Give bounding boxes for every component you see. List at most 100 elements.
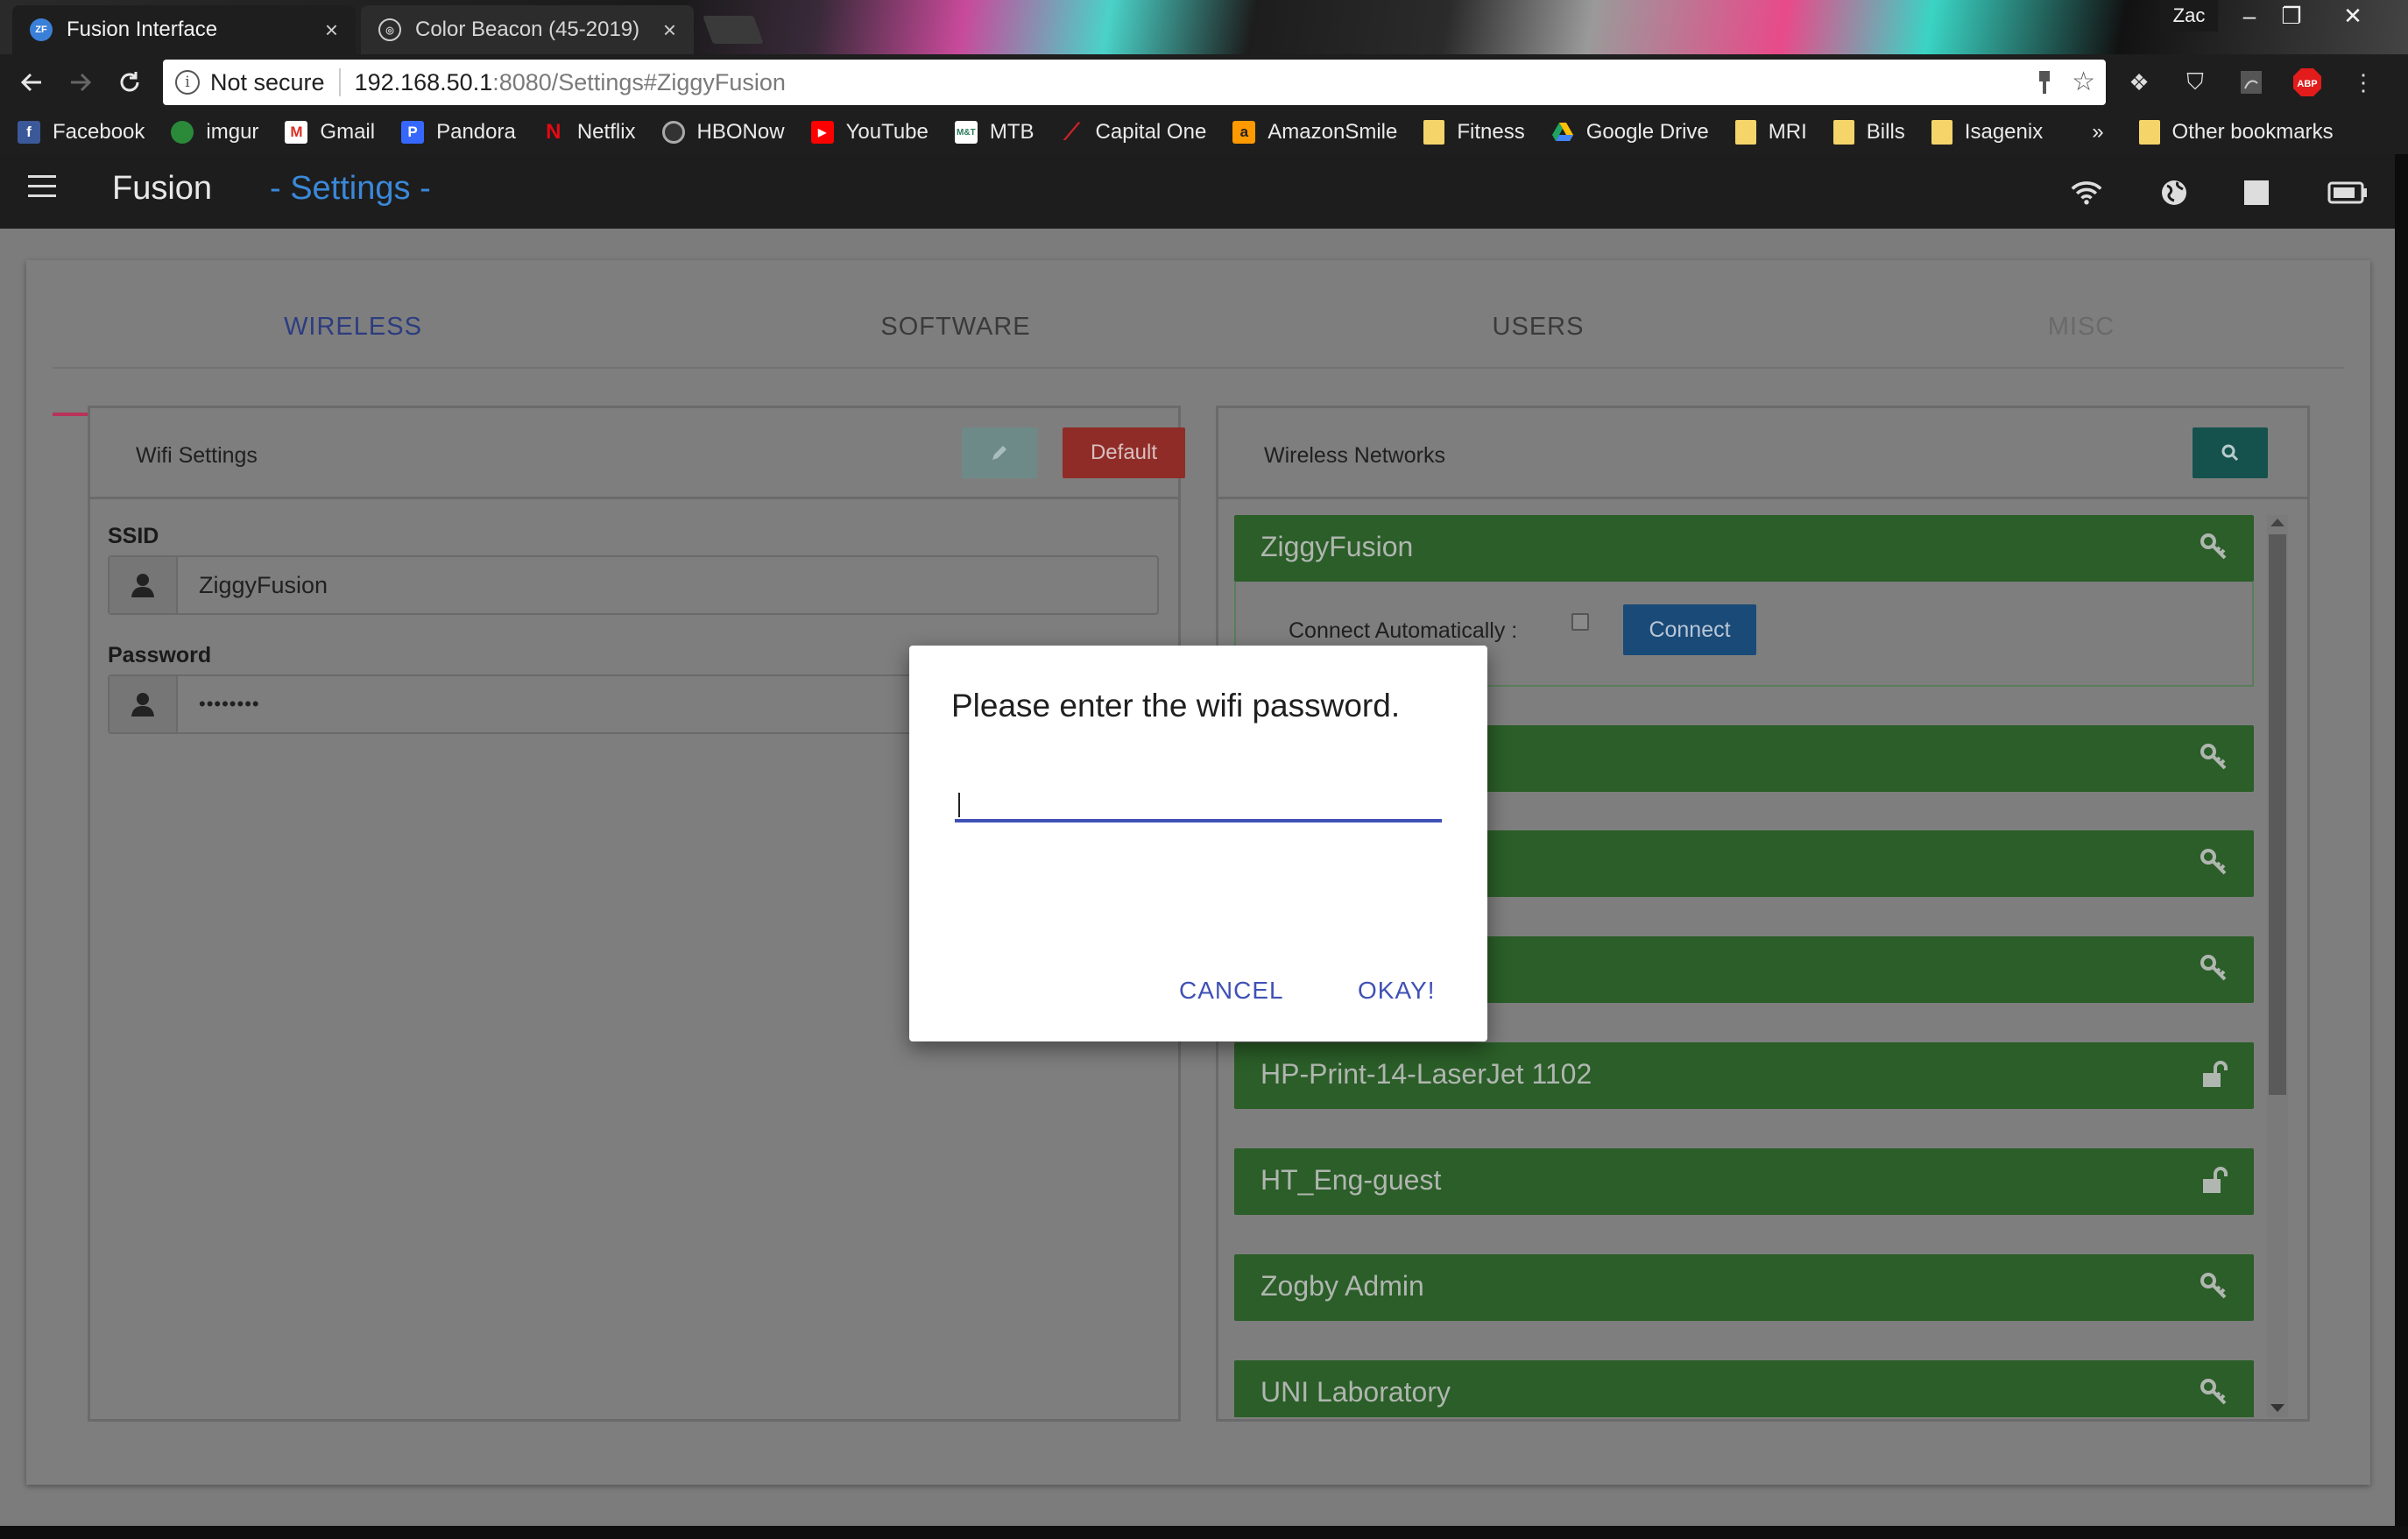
tab-users[interactable]: USERS	[1258, 311, 1818, 369]
new-tab-button[interactable]	[703, 16, 764, 44]
browser-tab-active[interactable]: ZF Fusion Interface ×	[12, 5, 356, 54]
tab-title: Color Beacon (45-2019)	[415, 18, 640, 41]
wifi-icon[interactable]	[2071, 179, 2102, 207]
facebook-icon: f	[18, 121, 40, 144]
page-title: - Settings -	[270, 170, 431, 207]
unlock-icon	[2203, 1061, 2228, 1087]
bookmark-fitness[interactable]: Fitness	[1423, 120, 1525, 145]
address-bar[interactable]: i Not secure 192.168.50.1:8080/Settings#…	[163, 60, 2106, 105]
imgur-icon	[171, 121, 194, 144]
bookmark-facebook[interactable]: f Facebook	[18, 120, 145, 145]
network-item-hp-print[interactable]: HP-Print-14-LaserJet 1102	[1234, 1042, 2254, 1109]
key-icon	[2200, 1379, 2227, 1405]
tab-wireless[interactable]: WIRELESS	[53, 311, 653, 369]
url-host: 192.168.50.1	[354, 68, 493, 95]
panel-title: Wifi Settings	[136, 443, 258, 468]
forward-icon[interactable]	[60, 61, 102, 103]
bookmark-google-drive[interactable]: Google Drive	[1551, 120, 1709, 145]
dropbox-icon[interactable]: ❖	[2123, 67, 2155, 98]
bookmark-isagenix[interactable]: Isagenix	[1931, 120, 2043, 145]
svg-text:ABP: ABP	[2297, 79, 2317, 89]
text-caret	[958, 793, 960, 817]
key-icon	[2200, 849, 2227, 875]
scroll-down-icon[interactable]	[2270, 1404, 2284, 1412]
network-item-ziggyfusion[interactable]: ZiggyFusion	[1234, 515, 2254, 582]
bookmarks-bar: f Facebook imgur M Gmail P Pandora N Netflix…	[0, 110, 2408, 154]
folder-icon	[1931, 120, 1953, 145]
scroll-up-icon[interactable]	[2270, 519, 2284, 526]
battery-icon[interactable]	[2327, 179, 2369, 207]
ssid-value: ZiggyFusion	[199, 571, 328, 598]
scan-networks-button[interactable]	[2193, 427, 2268, 478]
browser-toolbar: i Not secure 192.168.50.1:8080/Settings#…	[0, 54, 2408, 110]
pencil-icon	[992, 446, 1006, 460]
dialog-title: Please enter the wifi password.	[951, 688, 1401, 724]
hamburger-menu-icon[interactable]	[28, 175, 56, 204]
restore-icon[interactable]: ❐	[2260, 0, 2323, 32]
square-icon[interactable]	[2241, 179, 2272, 207]
capital-one-icon: ⟋	[1063, 118, 1080, 145]
bookmark-pandora[interactable]: P Pandora	[401, 120, 516, 145]
bookmark-hbonow[interactable]: HBONow	[661, 120, 785, 145]
app-header: Fusion - Settings -	[0, 154, 2395, 229]
key-icon	[2200, 533, 2227, 560]
netflix-icon: N	[546, 120, 561, 144]
user-icon	[109, 557, 178, 613]
shield-icon[interactable]: ⛉	[2179, 67, 2211, 98]
network-item-ht-eng-guest[interactable]: HT_Eng-guest	[1234, 1148, 2254, 1215]
default-button[interactable]: Default	[1063, 427, 1185, 478]
bookmark-mtb[interactable]: M&T MTB	[954, 120, 1035, 145]
folder-icon	[1423, 120, 1445, 145]
key-icon	[2200, 1273, 2227, 1299]
bookmark-youtube[interactable]: ▶ YouTube	[810, 120, 929, 145]
ssid-field[interactable]: ZiggyFusion	[108, 555, 1159, 615]
bookmark-amazonsmile[interactable]: a AmazonSmile	[1232, 120, 1397, 145]
key-icon[interactable]	[2037, 69, 2052, 95]
fusion-favicon-icon: ZF	[30, 18, 53, 41]
network-name: UNI Laboratory	[1260, 1376, 1451, 1408]
browser-tab-inactive[interactable]: ◎ Color Beacon (45-2019) ×	[361, 5, 694, 54]
browser-titlebar: ZF Fusion Interface × ◎ Color Beacon (45…	[0, 0, 2408, 54]
profile-button[interactable]: Zac	[2160, 0, 2218, 32]
scrollbar-thumb[interactable]	[2269, 534, 2286, 1095]
window-close-icon[interactable]: ✕	[2321, 0, 2384, 32]
info-icon[interactable]: i	[175, 70, 200, 95]
cancel-button[interactable]: CANCEL	[1179, 977, 1284, 1005]
other-bookmarks[interactable]: Other bookmarks	[2138, 120, 2334, 145]
bookmark-netflix[interactable]: N Netflix	[542, 120, 635, 145]
network-name: Zogby Admin	[1260, 1270, 1424, 1302]
bookmark-imgur[interactable]: imgur	[171, 120, 258, 145]
gmail-icon: M	[285, 121, 308, 144]
search-icon	[2221, 444, 2239, 462]
chrome-menu-icon[interactable]: ⋮	[2348, 67, 2379, 98]
wifi-password-input[interactable]	[955, 773, 1442, 822]
user-icon	[109, 676, 178, 732]
network-item-zogby-admin[interactable]: Zogby Admin	[1234, 1254, 2254, 1321]
bookmark-capital-one[interactable]: ⟋ Capital One	[1061, 118, 1206, 145]
network-item-uni-laboratory[interactable]: UNI Laboratory	[1234, 1360, 2254, 1417]
bookmark-star-icon[interactable]: ☆	[2072, 67, 2095, 97]
close-tab-icon[interactable]: ×	[663, 17, 676, 44]
close-tab-icon[interactable]: ×	[325, 17, 338, 44]
connect-auto-checkbox[interactable]	[1571, 613, 1589, 631]
bookmark-bills[interactable]: Bills	[1832, 120, 1905, 145]
okay-button[interactable]: OKAY!	[1358, 977, 1436, 1005]
bookmark-mri[interactable]: MRI	[1734, 120, 1807, 145]
reload-icon[interactable]	[109, 61, 151, 103]
bookmarks-overflow-button[interactable]: »	[2092, 120, 2103, 145]
back-icon[interactable]	[11, 61, 53, 103]
tab-misc[interactable]: MISC	[1818, 311, 2344, 369]
tab-software[interactable]: SOFTWARE	[653, 311, 1258, 369]
key-icon	[2200, 744, 2227, 770]
adblock-plus-icon[interactable]: ABP	[2291, 67, 2323, 98]
pdf-extension-icon[interactable]	[2235, 67, 2267, 98]
bookmark-gmail[interactable]: M Gmail	[285, 120, 375, 145]
app-title: Fusion	[112, 170, 213, 207]
globe-icon[interactable]	[2158, 179, 2190, 207]
connect-button[interactable]: Connect	[1623, 604, 1756, 655]
edit-button[interactable]	[962, 427, 1037, 478]
network-name: HP-Print-14-LaserJet 1102	[1260, 1058, 1592, 1090]
folder-icon	[1734, 120, 1756, 145]
network-list-scrollbar[interactable]	[2267, 515, 2288, 1417]
settings-tabs: WIRELESS SOFTWARE USERS MISC	[53, 311, 2344, 416]
